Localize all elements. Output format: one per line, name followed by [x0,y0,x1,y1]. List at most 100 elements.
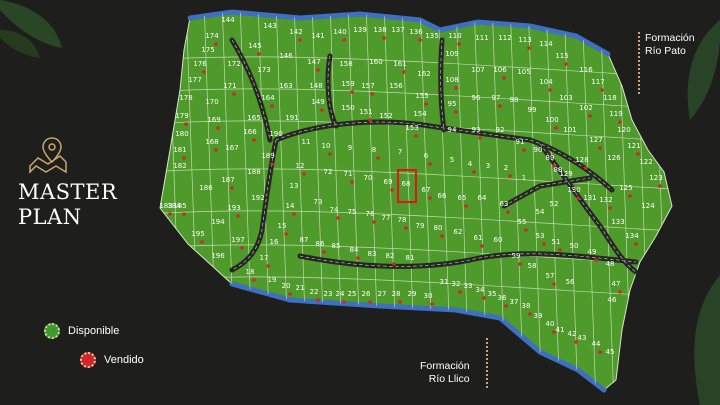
lot-3[interactable]: 3 [486,162,490,170]
lot-64[interactable]: 64 [478,194,487,202]
lot-46[interactable]: 46 [608,296,617,304]
lot-50[interactable]: 50 [570,242,579,250]
lot-33[interactable]: 33 [464,282,473,290]
lot-124[interactable]: 124 [641,202,655,210]
lot-188[interactable]: 188 [247,168,260,176]
lot-126[interactable]: 126 [607,154,621,162]
lot-48[interactable]: 48 [606,260,615,268]
lot-56[interactable]: 56 [566,278,575,286]
lot-158[interactable]: 158 [339,60,352,68]
lot-173[interactable]: 173 [257,66,270,74]
lot-160[interactable]: 160 [369,58,382,66]
lot-167[interactable]: 167 [225,144,238,152]
lot-77[interactable]: 77 [382,214,391,222]
lot-66[interactable]: 66 [438,192,447,200]
lot-133[interactable]: 133 [611,218,624,226]
lot-182[interactable]: 182 [173,162,186,170]
lot-172[interactable]: 172 [227,60,240,68]
lot-43[interactable]: 43 [578,334,587,342]
lot-148[interactable]: 148 [309,82,322,90]
lot-41[interactable]: 41 [556,326,565,334]
lot-72[interactable]: 72 [324,168,333,176]
lot-165[interactable]: 165 [247,114,260,122]
lot-83[interactable]: 83 [368,250,377,258]
lot-94[interactable]: 94 [448,126,457,134]
lot-139[interactable]: 139 [353,26,366,34]
lot-31[interactable]: 31 [440,278,449,286]
lot-162[interactable]: 162 [417,70,430,78]
lot-35[interactable]: 35 [488,290,497,298]
lot-96[interactable]: 96 [472,94,481,102]
lot-137[interactable]: 137 [391,26,404,34]
lot-16[interactable]: 16 [270,238,279,246]
lot-98[interactable]: 98 [510,96,519,104]
lot-85[interactable]: 85 [332,242,341,250]
lot-75[interactable]: 75 [348,208,357,216]
lot-177[interactable]: 177 [188,76,201,84]
lot-105[interactable]: 105 [517,68,530,76]
lot-13[interactable]: 13 [290,182,299,190]
lot-175[interactable]: 175 [201,46,214,54]
lot-29[interactable]: 29 [408,290,417,298]
lot-1[interactable]: 1 [522,174,526,182]
lot-54[interactable]: 54 [536,208,545,216]
lot-23[interactable]: 23 [324,290,333,298]
lot-101[interactable]: 101 [563,126,576,134]
lot-191[interactable]: 191 [285,114,298,122]
lot-37[interactable]: 37 [510,298,519,306]
lot-154[interactable]: 154 [413,110,427,118]
lot-103[interactable]: 103 [559,94,572,102]
lot-129[interactable]: 129 [559,170,572,178]
lot-196[interactable]: 196 [211,252,225,260]
lot-163[interactable]: 163 [279,82,292,90]
lot-141[interactable]: 141 [311,32,324,40]
lot-7[interactable]: 7 [398,148,402,156]
lot-180[interactable]: 180 [175,130,188,138]
lot-45[interactable]: 45 [606,348,615,356]
lot-178[interactable]: 178 [179,94,192,102]
lot-19[interactable]: 19 [268,276,277,284]
lot-60[interactable]: 60 [494,236,503,244]
lot-62[interactable]: 62 [454,228,463,236]
lot-143[interactable]: 143 [263,22,276,30]
lot-144[interactable]: 144 [221,16,235,24]
lot-135[interactable]: 135 [425,32,438,40]
lot-87[interactable]: 87 [300,236,309,244]
lot-194[interactable]: 194 [211,218,225,226]
lot-58[interactable]: 58 [528,262,537,270]
lot-73[interactable]: 73 [314,198,323,206]
lot-109[interactable]: 109 [445,50,458,58]
lot-9[interactable]: 9 [348,144,352,152]
lot-90[interactable]: 90 [534,146,543,154]
lot-120[interactable]: 120 [617,126,630,134]
lot-27[interactable]: 27 [378,290,387,298]
lot-116[interactable]: 116 [579,66,593,74]
lot-190[interactable]: 190 [269,130,282,138]
lot-192[interactable]: 192 [251,194,264,202]
lot-99[interactable]: 99 [528,106,537,114]
lot-156[interactable]: 156 [389,82,403,90]
lot-146[interactable]: 146 [279,52,293,60]
lot-107[interactable]: 107 [471,66,484,74]
lot-112[interactable]: 112 [498,34,511,42]
lot-152[interactable]: 152 [379,112,392,120]
lot-122[interactable]: 122 [639,158,652,166]
lot-39[interactable]: 39 [534,312,543,320]
lot-114[interactable]: 114 [539,40,553,48]
lot-70[interactable]: 70 [364,174,373,182]
lot-52[interactable]: 52 [550,200,559,208]
lot-118[interactable]: 118 [603,94,616,102]
lot-111[interactable]: 111 [475,34,488,42]
lot-5[interactable]: 5 [450,156,454,164]
lot-68[interactable]: 68 [402,180,411,188]
lot-21[interactable]: 21 [296,284,305,292]
lot-79[interactable]: 79 [416,222,425,230]
lot-92[interactable]: 92 [496,126,505,134]
lot-186[interactable]: 186 [199,184,213,192]
lot-131[interactable]: 131 [583,194,596,202]
lot-81[interactable]: 81 [406,254,415,262]
lot-150[interactable]: 150 [341,104,354,112]
lot-25[interactable]: 25 [348,290,357,298]
lot-170[interactable]: 170 [205,98,218,106]
lot-11[interactable]: 11 [302,138,311,146]
